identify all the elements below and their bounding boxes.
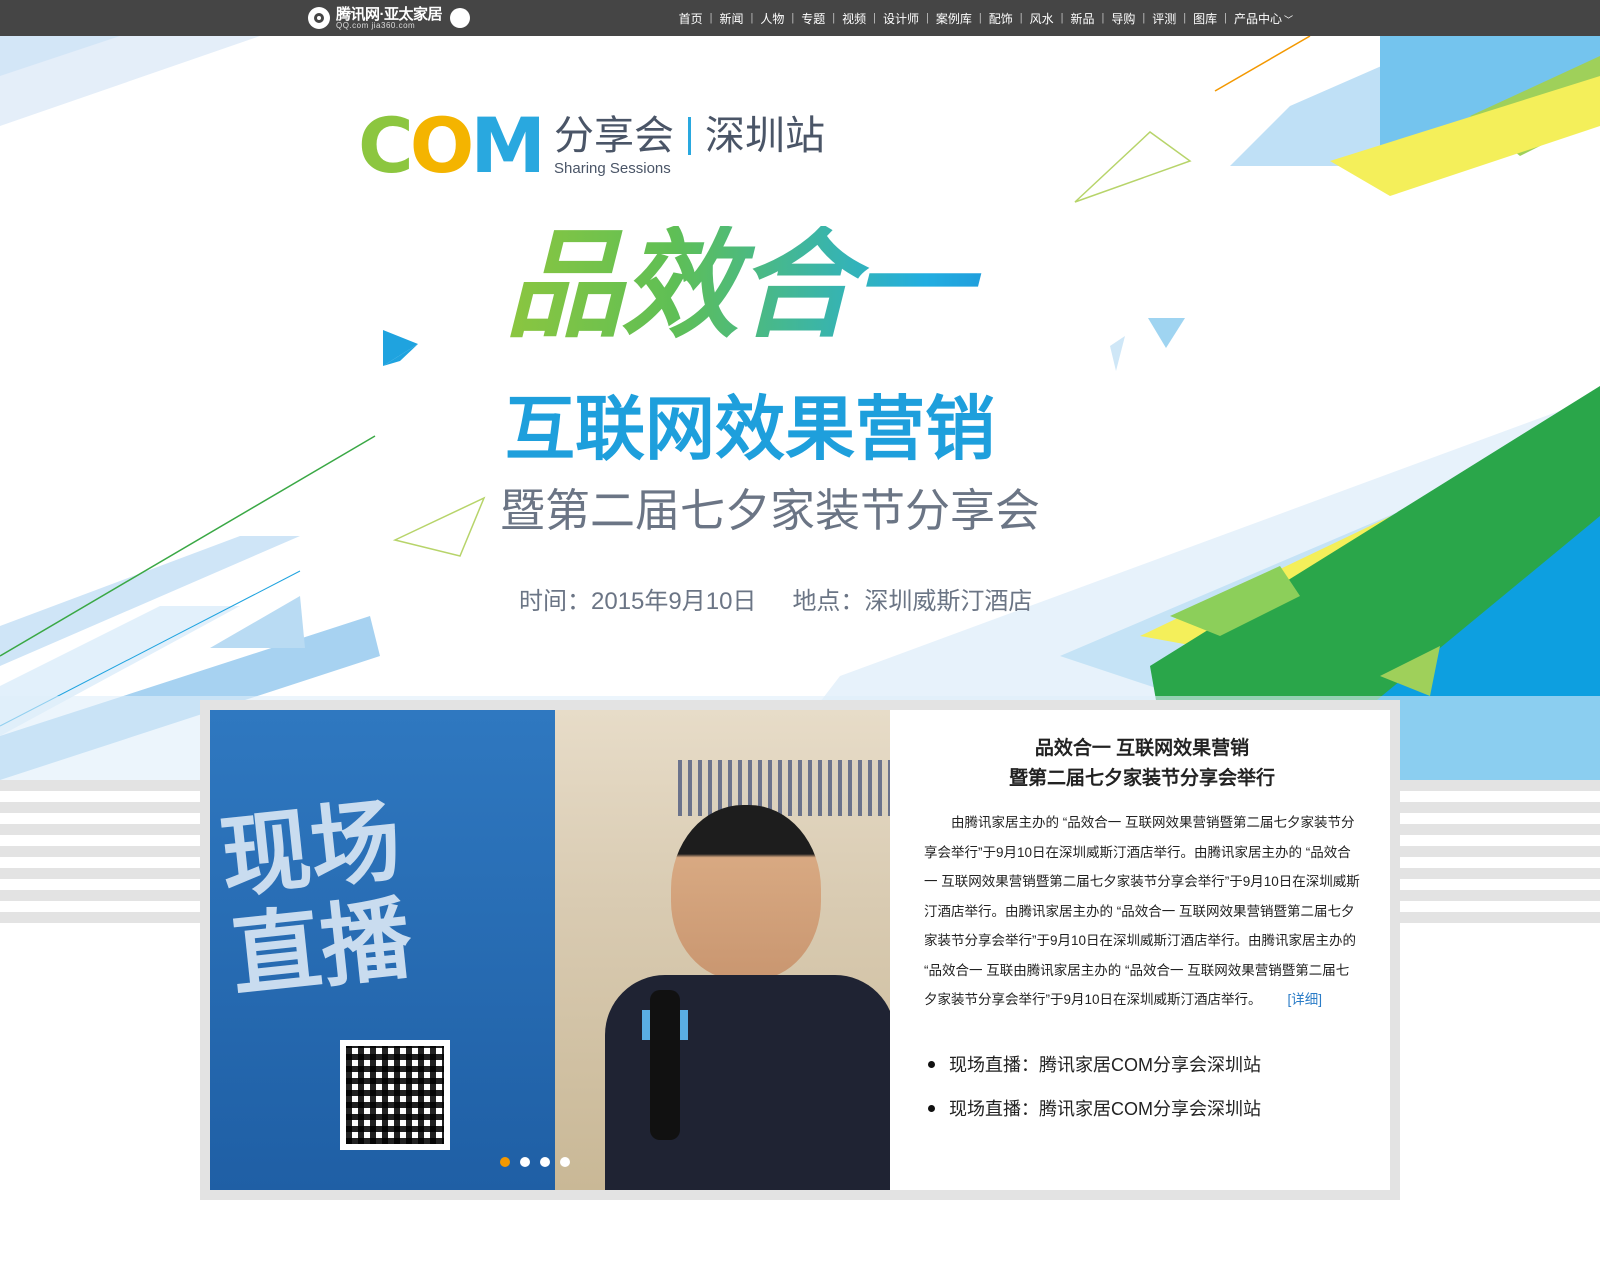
nav-video[interactable]: 视频 [835,10,873,27]
news-card: 现场 直播 品效合一 互联网效果营销 暨第二届七夕家装节分享会举行 由腾讯家居主… [200,700,1400,1200]
related-links: 现场直播：腾讯家居COM分享会深圳站 现场直播：腾讯家居COM分享会深圳站 [924,1043,1360,1131]
slider-dot-2[interactable] [520,1157,530,1167]
top-bar: 腾讯网·亚太家居 QQ.com jia360.com 首页 | 新闻 | 人物 | 专… [0,0,1600,36]
related-link-2[interactable]: 现场直播：腾讯家居COM分享会深圳站 [924,1087,1360,1131]
main-nav: 首页 | 新闻 | 人物 | 专题 | 视频 | 设计师 | 案例库 | 配饰 | 风水 | 新品… [672,0,1300,36]
related-link-1[interactable]: 现场直播：腾讯家居COM分享会深圳站 [924,1043,1360,1087]
article-title[interactable]: 品效合一 互联网效果营销 暨第二届七夕家装节分享会举行 [924,734,1360,794]
qr-code-image [340,1040,450,1150]
nav-shopping-guide[interactable]: 导购 [1104,10,1142,27]
tencent-logo-icon [308,7,330,29]
microphone [650,990,680,1140]
logo-badge-icon [450,8,470,28]
nav-designers[interactable]: 设计师 [876,10,926,27]
nav-topics[interactable]: 专题 [794,10,832,27]
article-summary: 由腾讯家居主办的 “品效合一 互联网效果营销暨第二届七夕家装节分享会举行”于9月… [924,815,1360,1007]
nav-people[interactable]: 人物 [753,10,791,27]
headline-event: 暨第二届七夕家装节分享会 [500,485,1041,536]
com-title: 分享会 [554,113,675,158]
logo-title: 腾讯网·亚太家居 [336,5,443,23]
bullet-icon [928,1105,935,1112]
slider-dot-3[interactable] [540,1157,550,1167]
details-link[interactable]: [详细] [1288,992,1323,1007]
nav-home[interactable]: 首页 [672,10,710,27]
site-logo[interactable]: 腾讯网·亚太家居 QQ.com jia360.com [308,5,470,31]
event-place: 地点：深圳威斯汀酒店 [792,588,1033,615]
com-subtitle: Sharing Sessions [554,159,671,177]
nav-news[interactable]: 新闻 [712,10,750,27]
slider-dot-1[interactable] [500,1157,510,1167]
nav-cases[interactable]: 案例库 [929,10,979,27]
com-logo: COM 分享会 深圳站 Sharing Sessions [358,101,826,190]
chevron-down-icon: ﹀ [1283,14,1293,25]
interviewee-photo [605,805,890,1190]
live-banner-text: 现场 直播 [215,788,417,1010]
nav-decor[interactable]: 配饰 [982,10,1020,27]
event-info: 时间：2015年9月10日 地点：深圳威斯汀酒店 [519,581,1032,616]
headline-secondary: 互联网效果营销 [505,388,995,470]
photo-slider[interactable]: 现场 直播 [210,710,890,1190]
bullet-icon [928,1061,935,1068]
article-panel: 品效合一 互联网效果营销 暨第二届七夕家装节分享会举行 由腾讯家居主办的 “品效… [890,710,1390,1190]
nav-reviews[interactable]: 评测 [1145,10,1183,27]
logo-subtitle: QQ.com jia360.com [336,20,416,30]
com-city: 深圳站 [705,113,826,158]
nav-new-products[interactable]: 新品 [1063,10,1101,27]
event-banner: COM 分享会 深圳站 Sharing Sessions 品效合一 互联网效果营… [0,36,1600,780]
nav-product-center[interactable]: 产品中心 ﹀ [1227,10,1300,27]
slider-dot-4[interactable] [560,1157,570,1167]
slider-dots [500,1157,570,1167]
divider [688,116,692,155]
nav-gallery[interactable]: 图库 [1186,10,1224,27]
nav-fengshui[interactable]: 风水 [1023,10,1061,27]
headline-main: 品效合一 [505,226,1065,344]
event-time: 时间：2015年9月10日 [519,588,757,615]
